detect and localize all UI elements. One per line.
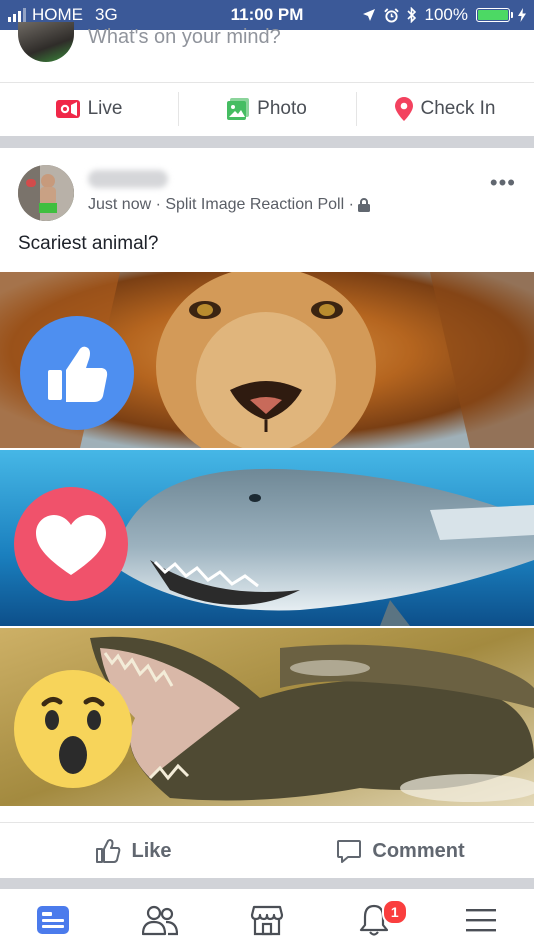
post-meta-text: Just now · Split Image Reaction Poll · [88, 196, 354, 213]
section-divider-bottom [0, 878, 534, 888]
bluetooth-icon [406, 7, 416, 23]
comment-button[interactable]: Comment [267, 823, 534, 879]
marketplace-icon [250, 905, 284, 936]
photo-button[interactable]: Photo [178, 82, 356, 136]
tab-notifications[interactable]: 1 [320, 889, 427, 951]
alarm-icon [383, 7, 399, 23]
tab-menu[interactable] [427, 889, 534, 951]
post-caption: Scariest animal? [18, 233, 159, 254]
post-header: Just now · Split Image Reaction Poll · •… [0, 148, 534, 270]
location-arrow-icon [362, 9, 375, 21]
post-action-bar: Like Comment [0, 822, 534, 879]
check-in-button[interactable]: Check In [356, 82, 534, 136]
battery-percent: 100% [424, 5, 468, 24]
shark-image-panel[interactable] [0, 450, 534, 626]
comment-label: Comment [372, 839, 465, 862]
tab-marketplace[interactable] [214, 889, 321, 951]
friends-icon [142, 905, 179, 936]
news-feed-icon [37, 906, 70, 934]
tab-friends[interactable] [107, 889, 214, 951]
composer-prompt[interactable]: What's on your mind? [88, 26, 281, 49]
charging-bolt-icon [518, 8, 526, 22]
location-pin-icon [394, 97, 413, 121]
author-name-redacted[interactable] [88, 170, 168, 188]
like-label: Like [131, 839, 172, 862]
photo-icon [227, 98, 250, 120]
menu-icon [465, 909, 496, 932]
more-options-icon[interactable]: ••• [490, 170, 516, 196]
bottom-tab-bar: 1 [0, 888, 534, 951]
author-avatar[interactable] [18, 165, 74, 221]
lion-image-panel[interactable] [0, 272, 534, 448]
crocodile-image-panel[interactable] [0, 628, 534, 806]
live-label: Live [87, 98, 123, 119]
notification-badge: 1 [381, 899, 408, 925]
status-indicators: 100% [362, 5, 526, 25]
live-video-icon [55, 100, 80, 118]
photo-label: Photo [257, 98, 307, 119]
status-composer[interactable]: What's on your mind? [0, 22, 534, 83]
post-meta: Just now · Split Image Reaction Poll · [88, 196, 370, 214]
author-photo [18, 165, 74, 221]
tab-news-feed[interactable] [0, 889, 107, 951]
love-reaction-icon[interactable] [14, 487, 128, 601]
section-divider [0, 136, 534, 148]
composer-avatar [18, 22, 74, 62]
lock-icon [357, 198, 370, 212]
wow-reaction-icon[interactable] [14, 670, 132, 788]
like-button[interactable]: Like [0, 823, 267, 879]
composer-actions: Live Photo Check In [0, 82, 534, 136]
thumbs-up-icon [96, 839, 121, 863]
battery-icon [476, 8, 513, 22]
live-button[interactable]: Live [0, 82, 178, 136]
check-in-label: Check In [420, 98, 496, 119]
comment-icon [337, 840, 362, 863]
like-reaction-icon[interactable] [20, 316, 134, 430]
